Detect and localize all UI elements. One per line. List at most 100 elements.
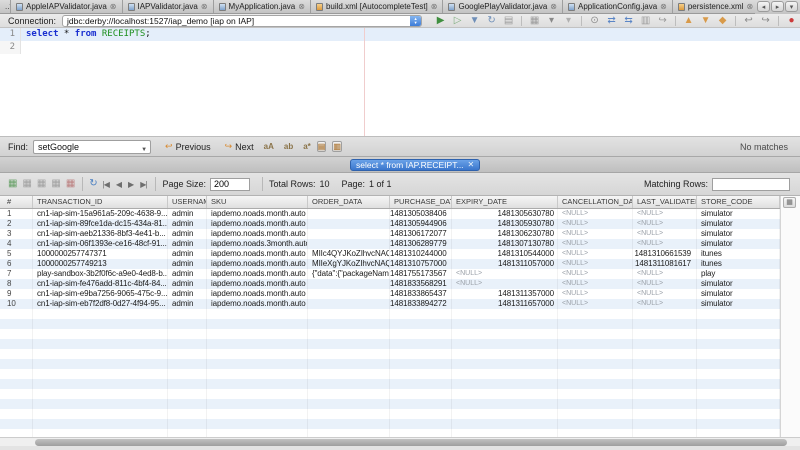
format-options-icon[interactable]: ▾ <box>562 14 575 27</box>
editor-tab[interactable]: GooglePlayValidator.java⊗ <box>443 0 563 13</box>
column-header[interactable]: SKU <box>207 196 308 208</box>
table-cell[interactable]: cn1-iap-sim-fe476add-811c-4bf4-84... <box>33 279 168 289</box>
table-cell[interactable]: <NULL> <box>633 209 697 219</box>
table-cell[interactable]: admin <box>168 239 207 249</box>
table-cell[interactable]: admin <box>168 249 207 259</box>
table-cell[interactable] <box>308 289 390 299</box>
horizontal-scrollbar[interactable] <box>0 437 800 446</box>
table-cell[interactable]: play-sandbox-3b2f0f6c-a9e0-4ed8-b... <box>33 269 168 279</box>
shift-right-icon[interactable]: ↪ <box>759 14 772 27</box>
table-cell[interactable]: <NULL> <box>558 209 633 219</box>
last-page-icon[interactable]: ▶| <box>140 180 146 189</box>
find-next-button[interactable]: ↪ Next <box>225 141 254 152</box>
table-cell[interactable]: iapdemo.noads.month.auto <box>207 229 308 239</box>
table-cell[interactable]: <NULL> <box>633 299 697 309</box>
table-cell[interactable]: <NULL> <box>558 229 633 239</box>
table-cell[interactable]: <NULL> <box>633 289 697 299</box>
column-header[interactable]: EXPIRY_DATE <box>452 196 558 208</box>
table-cell[interactable]: 6 <box>0 259 33 269</box>
table-cell[interactable]: 1481306230780 <box>452 229 558 239</box>
table-cell[interactable]: 10 <box>0 299 33 309</box>
match-case-icon[interactable]: aA <box>264 142 274 151</box>
table-cell[interactable]: <NULL> <box>558 279 633 289</box>
close-icon[interactable]: ⊗ <box>298 3 305 11</box>
table-cell[interactable]: <NULL> <box>452 269 558 279</box>
table-cell[interactable]: simulator <box>697 289 780 299</box>
table-cell[interactable]: <NULL> <box>558 289 633 299</box>
column-header[interactable]: PURCHASE_DATE <box>390 196 452 208</box>
refresh-icon[interactable]: ↻ <box>89 178 97 190</box>
table-cell[interactable]: iapdemo.noads.month.auto <box>207 219 308 229</box>
table-cell[interactable] <box>308 239 390 249</box>
column-header[interactable]: TRANSACTION_ID <box>33 196 168 208</box>
editor-tab[interactable]: build.xml [AutocompleteTest]⊗ <box>311 0 444 13</box>
sql-filter-icon[interactable]: ▼ <box>468 14 481 27</box>
table-cell[interactable] <box>308 209 390 219</box>
find-next-icon[interactable]: ⇆ <box>622 14 635 27</box>
table-cell[interactable]: <NULL> <box>633 239 697 249</box>
table-cell[interactable]: <NULL> <box>633 269 697 279</box>
table-cell[interactable]: 1481310244000 <box>390 249 452 259</box>
shift-left-icon[interactable]: ↩ <box>742 14 755 27</box>
run-sql-icon[interactable]: ▶ <box>434 14 447 27</box>
table-cell[interactable]: 1481305038406 <box>390 209 452 219</box>
table-cell[interactable] <box>308 279 390 289</box>
table-cell[interactable]: cn1-iap-sim-06f1393e-ce16-48cf-91... <box>33 239 168 249</box>
previous-page-icon[interactable]: ◀ <box>116 180 121 189</box>
toggle-bookmark-icon[interactable]: ◆ <box>716 14 729 27</box>
table-cell[interactable]: cn1-iap-sim-e9ba7256-9065-475c-9... <box>33 289 168 299</box>
commit-changes-icon[interactable]: ▦ <box>37 178 46 190</box>
find-icon[interactable]: ⊙ <box>588 14 601 27</box>
table-cell[interactable]: iapdemo.noads.month.auto <box>207 209 308 219</box>
table-cell[interactable]: <NULL> <box>633 279 697 289</box>
table-cell[interactable]: admin <box>168 289 207 299</box>
previous-bookmark-icon[interactable]: ▲ <box>682 14 695 27</box>
table-cell[interactable]: iapdemo.noads.month.auto <box>207 259 308 269</box>
table-cell[interactable]: 8 <box>0 279 33 289</box>
jump-to-icon[interactable]: ↪ <box>656 14 669 27</box>
close-icon[interactable]: ⊗ <box>431 3 438 11</box>
table-cell[interactable]: 1481305944906 <box>390 219 452 229</box>
table-cell[interactable]: <NULL> <box>558 259 633 269</box>
cancel-edits-icon[interactable]: ▦ <box>51 178 60 190</box>
table-cell[interactable]: 1000000257747371 <box>33 249 168 259</box>
run-statement-icon[interactable]: ▷ <box>451 14 464 27</box>
table-cell[interactable]: 2 <box>0 219 33 229</box>
table-cell[interactable] <box>308 219 390 229</box>
table-cell[interactable]: 1481310661539 <box>633 249 697 259</box>
table-cell[interactable]: <NULL> <box>633 219 697 229</box>
close-icon[interactable]: ⊗ <box>746 3 753 11</box>
tab-list-dropdown-icon[interactable]: ▾ <box>785 1 798 12</box>
table-cell[interactable] <box>308 299 390 309</box>
table-cell[interactable]: 1481305630780 <box>452 209 558 219</box>
scroll-tabs-left-icon[interactable]: ◂ <box>757 1 770 12</box>
table-cell[interactable]: 1481311081617 <box>633 259 697 269</box>
table-cell[interactable]: 1481306172077 <box>390 229 452 239</box>
editor-tab[interactable]: AppleIAPValidator.java⊗ <box>11 0 123 13</box>
table-cell[interactable]: 1 <box>0 209 33 219</box>
table-cell[interactable]: <NULL> <box>452 279 558 289</box>
table-cell[interactable]: <NULL> <box>558 299 633 309</box>
delete-record-icon[interactable]: ▦ <box>22 178 31 190</box>
insert-record-icon[interactable]: ▦ <box>8 178 17 190</box>
column-header[interactable]: ORDER_DATA <box>308 196 390 208</box>
save-snippet-icon[interactable]: ▤ <box>502 14 515 27</box>
close-icon[interactable]: ⊗ <box>660 3 667 11</box>
table-cell[interactable]: 1000000257749213 <box>33 259 168 269</box>
table-cell[interactable]: admin <box>168 269 207 279</box>
table-cell[interactable]: 1481306289779 <box>390 239 452 249</box>
table-cell[interactable]: admin <box>168 299 207 309</box>
first-page-icon[interactable]: |◀ <box>103 180 109 189</box>
page-size-input[interactable] <box>210 178 250 191</box>
table-cell[interactable]: admin <box>168 219 207 229</box>
table-cell[interactable]: itunes <box>697 259 780 269</box>
editor-tab[interactable]: MyApplication.java⊗ <box>214 0 311 13</box>
table-cell[interactable]: <NULL> <box>558 269 633 279</box>
table-cell[interactable]: cn1-iap-sim-eb7f2df8-0d27-4f94-95... <box>33 299 168 309</box>
column-header[interactable]: CANCELLATION_DATE <box>558 196 633 208</box>
column-header[interactable]: USERNAME <box>168 196 207 208</box>
export-data-icon[interactable]: ▥ <box>639 14 652 27</box>
close-icon[interactable]: ⊗ <box>110 3 117 11</box>
editor-line[interactable]: 1select * from RECEIPTS; <box>0 28 800 41</box>
next-page-icon[interactable]: ▶ <box>128 180 133 189</box>
